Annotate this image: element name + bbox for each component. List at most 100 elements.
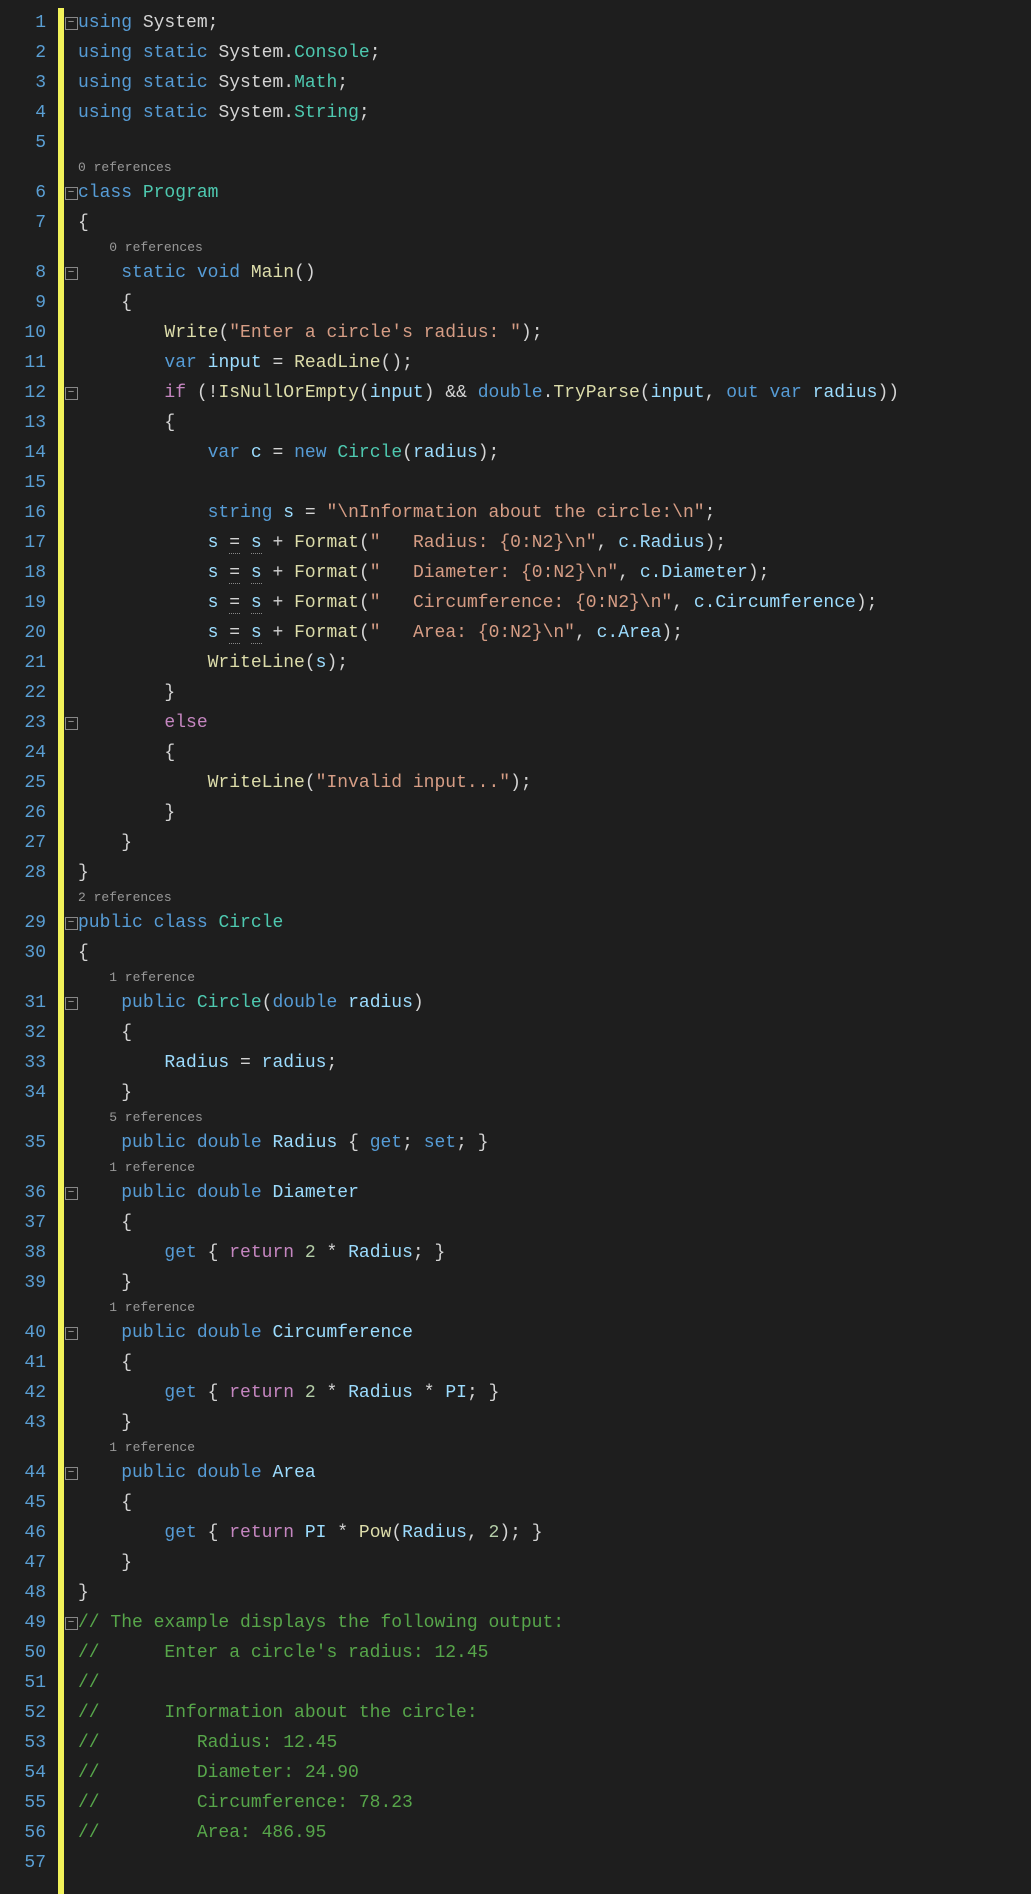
fold-toggle-icon[interactable]: − — [65, 717, 78, 730]
fold-cell[interactable] — [64, 348, 78, 378]
code-line[interactable]: public double Radius { get; set; } — [78, 1128, 1031, 1158]
fold-cell[interactable] — [64, 858, 78, 888]
fold-cell[interactable] — [64, 1268, 78, 1298]
fold-toggle-icon[interactable]: − — [65, 17, 78, 30]
codelens-hint[interactable]: 1 reference — [78, 1298, 1031, 1318]
fold-cell[interactable]: − — [64, 988, 78, 1018]
fold-cell[interactable] — [64, 1638, 78, 1668]
fold-cell[interactable]: − — [64, 908, 78, 938]
fold-cell[interactable]: − — [64, 178, 78, 208]
fold-column[interactable]: − − − − − − − − − − − — [64, 0, 78, 1894]
code-line[interactable]: public double Area — [78, 1458, 1031, 1488]
fold-cell[interactable] — [64, 1018, 78, 1048]
fold-cell[interactable] — [64, 1668, 78, 1698]
code-line[interactable]: get { return 2 * Radius; } — [78, 1238, 1031, 1268]
fold-cell[interactable] — [64, 1578, 78, 1608]
code-line[interactable]: { — [78, 1018, 1031, 1048]
fold-cell[interactable] — [64, 1348, 78, 1378]
code-line[interactable]: get { return PI * Pow(Radius, 2); } — [78, 1518, 1031, 1548]
code-line[interactable]: using static System.String; — [78, 98, 1031, 128]
fold-cell[interactable]: − — [64, 258, 78, 288]
fold-toggle-icon[interactable]: − — [65, 387, 78, 400]
code-line[interactable]: using static System.Console; — [78, 38, 1031, 68]
fold-cell[interactable] — [64, 828, 78, 858]
fold-cell[interactable] — [64, 768, 78, 798]
fold-toggle-icon[interactable]: − — [65, 997, 78, 1010]
fold-toggle-icon[interactable]: − — [65, 267, 78, 280]
fold-cell[interactable] — [64, 1128, 78, 1158]
fold-cell[interactable] — [64, 128, 78, 158]
fold-toggle-icon[interactable]: − — [65, 1467, 78, 1480]
fold-cell[interactable] — [64, 38, 78, 68]
code-area[interactable]: using System;using static System.Console… — [78, 0, 1031, 1894]
codelens-hint[interactable]: 2 references — [78, 888, 1031, 908]
code-line[interactable]: static void Main() — [78, 258, 1031, 288]
code-line[interactable]: // — [78, 1668, 1031, 1698]
code-line[interactable] — [78, 468, 1031, 498]
code-editor[interactable]: 1234567891011121314151617181920212223242… — [0, 0, 1031, 1894]
code-line[interactable]: WriteLine(s); — [78, 648, 1031, 678]
code-line[interactable]: s = s + Format(" Radius: {0:N2}\n", c.Ra… — [78, 528, 1031, 558]
fold-cell[interactable] — [64, 1078, 78, 1108]
fold-cell[interactable] — [64, 1048, 78, 1078]
code-line[interactable]: } — [78, 678, 1031, 708]
code-line[interactable]: public class Circle — [78, 908, 1031, 938]
code-line[interactable]: using System; — [78, 8, 1031, 38]
code-line[interactable]: } — [78, 1268, 1031, 1298]
fold-cell[interactable] — [64, 648, 78, 678]
fold-cell[interactable]: − — [64, 1318, 78, 1348]
code-line[interactable]: { — [78, 738, 1031, 768]
code-line[interactable]: } — [78, 1078, 1031, 1108]
code-line[interactable]: { — [78, 1348, 1031, 1378]
code-line[interactable]: } — [78, 858, 1031, 888]
code-line[interactable]: { — [78, 408, 1031, 438]
fold-cell[interactable] — [64, 1488, 78, 1518]
fold-cell[interactable] — [64, 1788, 78, 1818]
code-line[interactable]: s = s + Format(" Area: {0:N2}\n", c.Area… — [78, 618, 1031, 648]
fold-cell[interactable] — [64, 1818, 78, 1848]
fold-cell[interactable] — [64, 1408, 78, 1438]
fold-cell[interactable] — [64, 68, 78, 98]
code-line[interactable]: // Area: 486.95 — [78, 1818, 1031, 1848]
fold-toggle-icon[interactable]: − — [65, 917, 78, 930]
code-line[interactable] — [78, 1848, 1031, 1878]
codelens-hint[interactable]: 5 references — [78, 1108, 1031, 1128]
fold-cell[interactable] — [64, 98, 78, 128]
fold-cell[interactable] — [64, 1378, 78, 1408]
fold-cell[interactable] — [64, 318, 78, 348]
fold-toggle-icon[interactable]: − — [65, 1187, 78, 1200]
code-line[interactable]: { — [78, 938, 1031, 968]
code-line[interactable]: // Information about the circle: — [78, 1698, 1031, 1728]
code-line[interactable]: var input = ReadLine(); — [78, 348, 1031, 378]
code-line[interactable]: } — [78, 798, 1031, 828]
code-line[interactable]: // The example displays the following ou… — [78, 1608, 1031, 1638]
fold-cell[interactable] — [64, 1848, 78, 1878]
code-line[interactable]: { — [78, 288, 1031, 318]
code-line[interactable]: // Circumference: 78.23 — [78, 1788, 1031, 1818]
code-line[interactable]: Radius = radius; — [78, 1048, 1031, 1078]
code-line[interactable]: // Diameter: 24.90 — [78, 1758, 1031, 1788]
fold-toggle-icon[interactable]: − — [65, 187, 78, 200]
code-line[interactable]: s = s + Format(" Circumference: {0:N2}\n… — [78, 588, 1031, 618]
code-line[interactable]: } — [78, 1408, 1031, 1438]
fold-cell[interactable] — [64, 938, 78, 968]
code-line[interactable]: { — [78, 208, 1031, 238]
fold-cell[interactable] — [64, 468, 78, 498]
fold-cell[interactable] — [64, 288, 78, 318]
fold-cell[interactable] — [64, 1208, 78, 1238]
fold-cell[interactable] — [64, 558, 78, 588]
fold-cell[interactable]: − — [64, 1608, 78, 1638]
code-line[interactable]: // Radius: 12.45 — [78, 1728, 1031, 1758]
codelens-hint[interactable]: 1 reference — [78, 1438, 1031, 1458]
code-line[interactable]: public double Diameter — [78, 1178, 1031, 1208]
fold-cell[interactable] — [64, 1698, 78, 1728]
code-line[interactable]: // Enter a circle's radius: 12.45 — [78, 1638, 1031, 1668]
fold-cell[interactable] — [64, 438, 78, 468]
code-line[interactable]: class Program — [78, 178, 1031, 208]
codelens-hint[interactable]: 0 references — [78, 238, 1031, 258]
fold-cell[interactable] — [64, 408, 78, 438]
fold-cell[interactable] — [64, 588, 78, 618]
fold-cell[interactable] — [64, 678, 78, 708]
code-line[interactable]: } — [78, 828, 1031, 858]
code-line[interactable]: Write("Enter a circle's radius: "); — [78, 318, 1031, 348]
